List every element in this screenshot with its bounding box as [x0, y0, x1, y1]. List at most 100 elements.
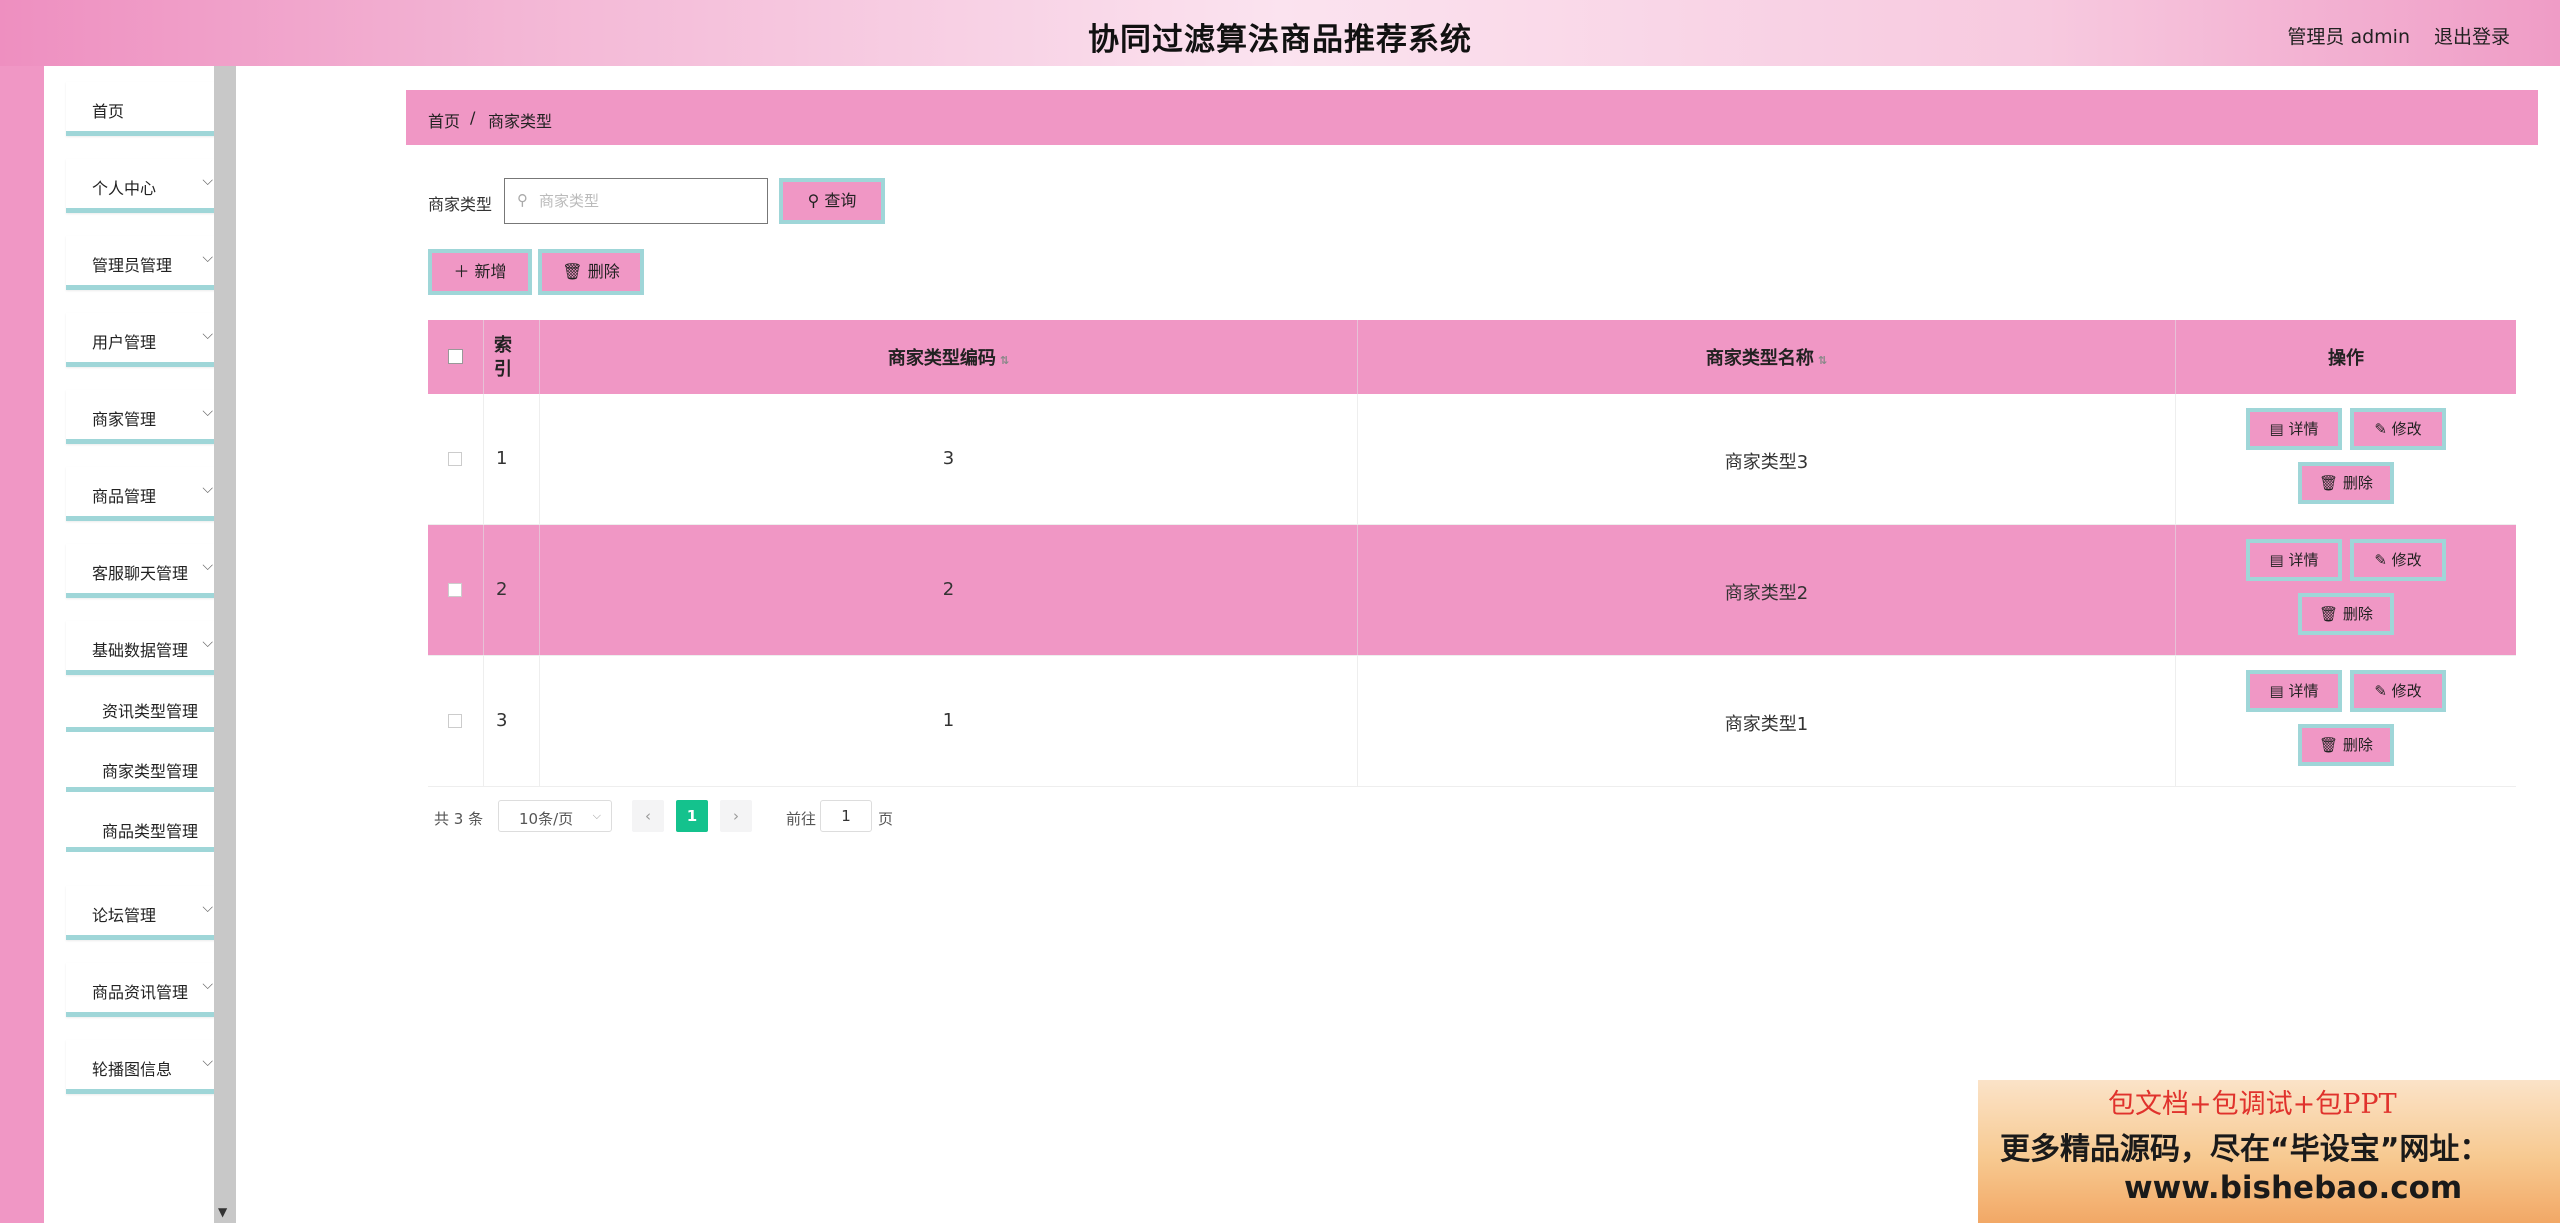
sidebar-item-label: 用户管理: [92, 333, 157, 352]
add-button[interactable]: ＋ 新增: [428, 249, 532, 295]
delete-button[interactable]: 🗑 删除: [2298, 724, 2394, 766]
sidebar-item-merchant-management[interactable]: 商家管理 ⌵: [66, 390, 232, 444]
trash-icon: 🗑: [562, 262, 583, 281]
sidebar-scrollbar[interactable]: ▼: [214, 66, 236, 1223]
sort-icon[interactable]: ⇅: [1818, 354, 1827, 367]
table-row: 2 2 商家类型2 ▤ 详情 ✎ 修改 🗑 删除: [428, 525, 2516, 656]
search-icon: ⚲: [517, 191, 528, 209]
sidebar-subitem-product-type[interactable]: 商品类型管理: [66, 804, 232, 852]
table-header: 索引 商家类型编码 ⇅ 商家类型名称 ⇅ 操作: [428, 320, 2516, 394]
row-code: 1: [942, 710, 955, 731]
row-code: 3: [942, 448, 955, 469]
sidebar-item-personal-center[interactable]: 个人中心 ⌵: [66, 159, 232, 213]
next-page-button[interactable]: ›: [720, 800, 752, 832]
row-index: 1: [496, 448, 508, 469]
chevron-down-icon: ⌵: [202, 1054, 213, 1070]
header-name-cell[interactable]: 商家类型名称 ⇅: [1358, 320, 2176, 394]
search-button-label: 查询: [824, 191, 857, 210]
sidebar-item-label: 个人中心: [92, 179, 157, 198]
sidebar-item-user-management[interactable]: 用户管理 ⌵: [66, 313, 232, 367]
row-checkbox[interactable]: [448, 583, 462, 597]
page-number-current[interactable]: 1: [676, 800, 708, 832]
header-code-cell[interactable]: 商家类型编码 ⇅: [540, 320, 1358, 394]
goto-page-input[interactable]: 1: [820, 800, 872, 832]
sidebar-subitem-label: 商家类型管理: [102, 762, 199, 781]
sidebar-item-label: 管理员管理: [92, 256, 173, 275]
sidebar-subitem-news-type[interactable]: 资讯类型管理: [66, 684, 232, 732]
sort-icon[interactable]: ⇅: [1000, 354, 1009, 367]
row-code-cell: 2: [540, 525, 1358, 655]
header-actions: 操作: [2328, 348, 2364, 369]
chevron-down-icon: ⌵: [202, 250, 213, 266]
page-suffix: 页: [878, 810, 894, 828]
search-field[interactable]: ⚲: [504, 178, 768, 224]
delete-button[interactable]: 🗑 删除: [2298, 462, 2394, 504]
row-checkbox[interactable]: [448, 714, 462, 728]
file-icon: ▤: [2269, 682, 2284, 700]
delete-button-label: 删除: [587, 262, 620, 281]
row-index-cell: 1: [484, 394, 540, 524]
sidebar-item-label: 商家管理: [92, 410, 157, 429]
file-icon: ▤: [2269, 420, 2284, 438]
chevron-down-icon: ⌵: [202, 327, 213, 343]
breadcrumb-home[interactable]: 首页: [428, 108, 460, 132]
scroll-down-icon[interactable]: ▼: [218, 1205, 227, 1219]
edit-icon: ✎: [2374, 682, 2387, 700]
sidebar-item-product-management[interactable]: 商品管理 ⌵: [66, 467, 232, 521]
breadcrumb-separator: /: [470, 108, 476, 127]
sidebar-item-basic-data[interactable]: 基础数据管理 ⌵: [66, 621, 232, 675]
row-actions-cell: ▤ 详情 ✎ 修改 🗑 删除: [2176, 656, 2516, 786]
table-row: 1 3 商家类型3 ▤ 详情 ✎ 修改 🗑 删除: [428, 394, 2516, 525]
header-select-cell: [428, 320, 484, 394]
sidebar-item-admin-management[interactable]: 管理员管理 ⌵: [66, 236, 232, 290]
sidebar-item-product-news[interactable]: 商品资讯管理 ⌵: [66, 963, 232, 1017]
sidebar-item-label: 商品资讯管理: [92, 983, 189, 1002]
sidebar-item-carousel[interactable]: 轮播图信息 ⌵: [66, 1040, 232, 1094]
sidebar-item-forum-management[interactable]: 论坛管理 ⌵: [66, 886, 232, 940]
header-name: 商家类型名称: [1705, 348, 1814, 369]
ad-line-1: 包文档+包调试+包PPT: [2108, 1089, 2397, 1120]
file-icon: ▤: [2269, 551, 2284, 569]
ad-url: www.bishebao.com: [2124, 1170, 2463, 1206]
row-checkbox[interactable]: [448, 452, 462, 466]
page-size-select[interactable]: 10条/页 ⌵: [498, 800, 612, 832]
header-actions-cell: 操作: [2176, 320, 2516, 394]
chevron-down-icon: ⌵: [202, 404, 213, 420]
chevron-down-icon: ⌵: [592, 809, 601, 822]
batch-delete-button[interactable]: 🗑 删除: [538, 249, 644, 295]
sidebar-item-label: 首页: [92, 102, 125, 121]
edit-button[interactable]: ✎ 修改: [2350, 670, 2446, 712]
trash-icon: 🗑: [2319, 736, 2339, 754]
search-button[interactable]: ⚲ 查询: [779, 178, 885, 224]
header-index-cell: 索引: [484, 320, 540, 394]
delete-label: 删除: [2342, 605, 2373, 623]
row-select-cell: [428, 656, 484, 786]
prev-page-button[interactable]: ‹: [632, 800, 664, 832]
edit-button[interactable]: ✎ 修改: [2350, 408, 2446, 450]
row-select-cell: [428, 525, 484, 655]
detail-label: 详情: [2288, 682, 2319, 700]
edit-icon: ✎: [2374, 551, 2387, 569]
search-icon: ⚲: [807, 191, 820, 210]
sidebar-item-home[interactable]: 首页: [66, 82, 232, 136]
select-all-checkbox[interactable]: [448, 349, 463, 364]
sidebar-item-chat-management[interactable]: 客服聊天管理 ⌵: [66, 544, 232, 598]
row-code-cell: 3: [540, 394, 1358, 524]
header-index: 索引: [494, 335, 512, 380]
ad-line-2: 更多精品源码，尽在“毕设宝”网址：: [2000, 1132, 2490, 1167]
detail-button[interactable]: ▤ 详情: [2246, 408, 2342, 450]
row-actions-cell: ▤ 详情 ✎ 修改 🗑 删除: [2176, 394, 2516, 524]
top-header: 协同过滤算法商品推荐系统 管理员 admin 退出登录: [0, 0, 2560, 66]
row-name: 商家类型2: [1724, 583, 1809, 604]
chevron-down-icon: ⌵: [202, 900, 213, 916]
chevron-down-icon: ⌵: [202, 977, 213, 993]
edit-button[interactable]: ✎ 修改: [2350, 539, 2446, 581]
delete-button[interactable]: 🗑 删除: [2298, 593, 2394, 635]
row-actions-cell: ▤ 详情 ✎ 修改 🗑 删除: [2176, 525, 2516, 655]
detail-button[interactable]: ▤ 详情: [2246, 539, 2342, 581]
search-input[interactable]: [539, 189, 759, 213]
logout-link[interactable]: 退出登录: [2434, 22, 2510, 49]
detail-button[interactable]: ▤ 详情: [2246, 670, 2342, 712]
ad-banner[interactable]: 包文档+包调试+包PPT 更多精品源码，尽在“毕设宝”网址： www.bishe…: [1978, 1080, 2560, 1223]
sidebar-subitem-merchant-type[interactable]: 商家类型管理: [66, 744, 232, 792]
